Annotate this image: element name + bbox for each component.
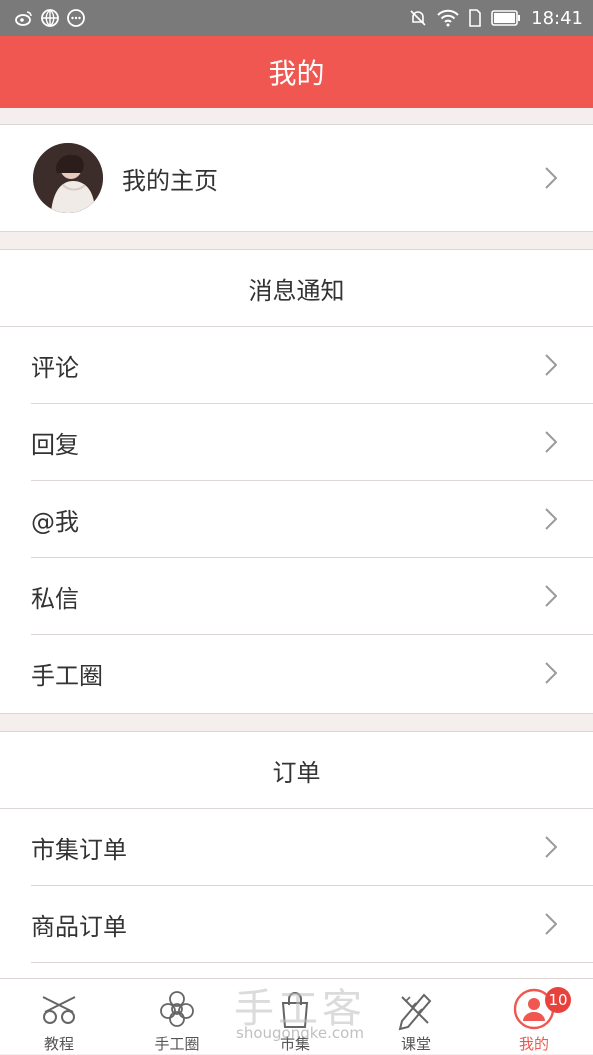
wifi-icon bbox=[437, 9, 459, 27]
status-bar: 18:41 bbox=[0, 0, 593, 36]
title-bar: 我的 bbox=[0, 36, 593, 108]
tab-craft-circle[interactable]: 手工圈 bbox=[118, 979, 236, 1055]
list-item-label: 商品订单 bbox=[31, 913, 127, 941]
chevron-right-icon bbox=[545, 913, 557, 935]
scissors-icon bbox=[37, 987, 81, 1031]
profile-label: 我的主页 bbox=[122, 166, 218, 195]
more-icon bbox=[66, 8, 86, 28]
list-item-label: @我 bbox=[31, 508, 79, 536]
tab-market[interactable]: 市集 bbox=[236, 979, 354, 1055]
list-item-craft-circle[interactable]: 手工圈 bbox=[0, 635, 593, 712]
list-item-product-orders[interactable]: 商品订单 bbox=[0, 886, 593, 963]
list-item-replies[interactable]: 回复 bbox=[0, 404, 593, 481]
list-item-label: 回复 bbox=[31, 431, 79, 459]
globe-icon bbox=[40, 8, 60, 28]
sim-icon bbox=[469, 9, 481, 27]
pencil-ruler-icon bbox=[394, 987, 438, 1031]
list-item-label: 评论 bbox=[31, 354, 79, 382]
tab-label: 我的 bbox=[518, 1035, 549, 1053]
tab-mine[interactable]: 10 我的 bbox=[475, 979, 593, 1055]
chevron-right-icon bbox=[545, 167, 557, 189]
chevron-right-icon bbox=[545, 431, 557, 453]
page-title: 我的 bbox=[268, 57, 325, 90]
list-item-label: 私信 bbox=[31, 585, 79, 613]
orders-section: 订单 市集订单 商品订单 bbox=[0, 731, 593, 982]
bag-icon bbox=[273, 987, 317, 1031]
chevron-right-icon bbox=[545, 836, 557, 858]
chevron-right-icon bbox=[545, 354, 557, 376]
flower-icon bbox=[155, 987, 199, 1031]
status-right-icons: 18:41 bbox=[409, 6, 583, 30]
list-item-mentions[interactable]: @我 bbox=[0, 481, 593, 558]
list-item-label: 手工圈 bbox=[31, 662, 103, 690]
orders-header: 订单 bbox=[0, 732, 593, 809]
avatar bbox=[33, 143, 103, 213]
divider bbox=[31, 962, 593, 963]
battery-icon bbox=[491, 10, 521, 26]
profile-row[interactable]: 我的主页 bbox=[0, 125, 593, 231]
list-item-private-messages[interactable]: 私信 bbox=[0, 558, 593, 635]
status-left-icons bbox=[14, 8, 86, 28]
mute-icon bbox=[409, 9, 427, 27]
chevron-right-icon bbox=[545, 508, 557, 530]
tab-label: 课堂 bbox=[400, 1035, 431, 1053]
list-item-label: 市集订单 bbox=[31, 836, 127, 864]
chevron-right-icon bbox=[545, 585, 557, 607]
tab-classroom[interactable]: 课堂 bbox=[357, 979, 475, 1055]
list-item-market-orders[interactable]: 市集订单 bbox=[0, 809, 593, 886]
tab-label: 手工圈 bbox=[154, 1035, 200, 1053]
status-time: 18:41 bbox=[531, 7, 583, 29]
notifications-header: 消息通知 bbox=[0, 250, 593, 327]
notification-badge: 10 bbox=[545, 987, 571, 1013]
tab-label: 教程 bbox=[43, 1035, 74, 1053]
chevron-right-icon bbox=[545, 662, 557, 684]
bottom-tab-bar: 教程 手工圈 市集 课堂 10 我的 bbox=[0, 978, 593, 1054]
weibo-icon bbox=[14, 8, 34, 28]
tab-label: 市集 bbox=[279, 1035, 310, 1053]
profile-section: 我的主页 bbox=[0, 124, 593, 232]
list-item-comments[interactable]: 评论 bbox=[0, 327, 593, 404]
tab-tutorials[interactable]: 教程 bbox=[0, 979, 118, 1055]
notifications-section: 消息通知 评论 回复 @我 私信 手工圈 bbox=[0, 249, 593, 714]
